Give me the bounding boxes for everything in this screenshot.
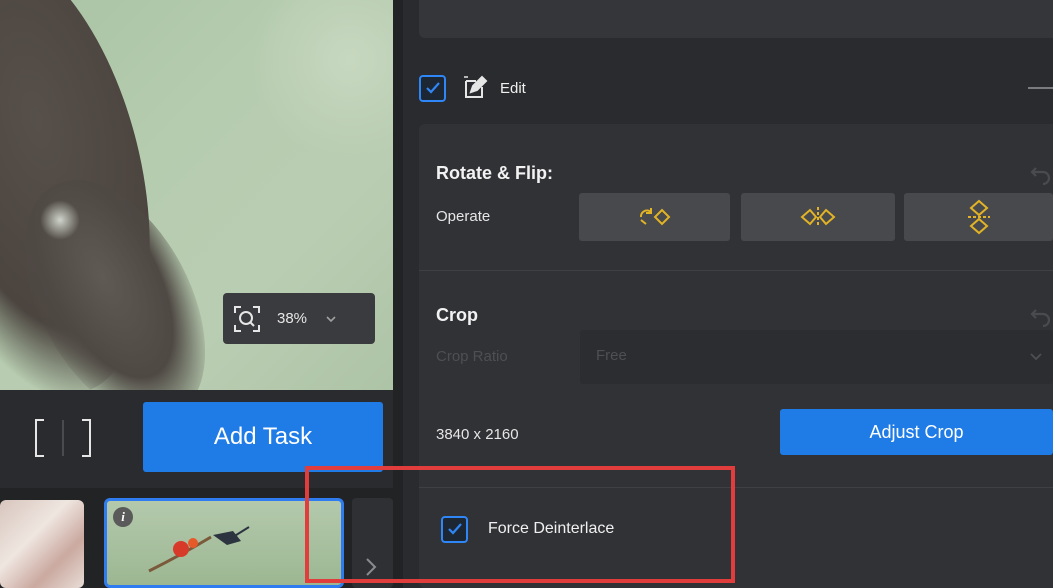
- video-preview: 38%: [0, 0, 393, 390]
- crop-ratio-value: Free: [596, 347, 627, 364]
- zoom-value: 38%: [277, 310, 308, 327]
- rotate-button[interactable]: [579, 193, 730, 241]
- edit-label: Edit: [500, 79, 526, 97]
- edit-icon: [464, 75, 488, 98]
- flip-horizontal-button[interactable]: [741, 193, 895, 241]
- section-divider: [419, 270, 1053, 271]
- trim-brackets-icon[interactable]: [28, 418, 98, 458]
- rotate-flip-title: Rotate & Flip:: [436, 163, 553, 183]
- add-task-button[interactable]: Add Task: [143, 402, 383, 472]
- reset-rotate-icon[interactable]: [1025, 166, 1051, 188]
- crop-resolution: 3840 x 2160: [436, 426, 519, 443]
- operate-label: Operate: [436, 208, 491, 225]
- info-icon[interactable]: i: [113, 507, 133, 527]
- flip-vertical-button[interactable]: [904, 193, 1053, 241]
- app-window: 38% Add Task i Edit Rotate & Flip: Opera…: [0, 0, 1053, 588]
- flip-vertical-icon: [967, 199, 990, 235]
- thumbnail-image: [148, 526, 250, 573]
- edit-section-header[interactable]: Edit: [419, 70, 526, 106]
- edit-checkbox[interactable]: [419, 74, 446, 102]
- collapse-icon[interactable]: [1028, 87, 1053, 89]
- check-icon: [425, 82, 440, 94]
- zoom-icon: [233, 305, 261, 333]
- crop-ratio-label: Crop Ratio: [436, 348, 508, 365]
- adjust-crop-button[interactable]: Adjust Crop: [780, 409, 1053, 455]
- crop-ratio-select[interactable]: Free: [580, 330, 1053, 384]
- thumbnail-item[interactable]: [0, 500, 84, 588]
- previous-section: [419, 0, 1053, 38]
- chevron-down-icon: [1030, 353, 1042, 361]
- flip-horizontal-icon: [800, 207, 836, 227]
- chevron-down-icon: [326, 315, 336, 322]
- reset-crop-icon[interactable]: [1025, 308, 1051, 330]
- crop-title: Crop: [436, 305, 478, 325]
- highlight-box: [305, 466, 735, 583]
- zoom-control[interactable]: 38%: [223, 293, 375, 344]
- rotate-icon: [639, 208, 670, 226]
